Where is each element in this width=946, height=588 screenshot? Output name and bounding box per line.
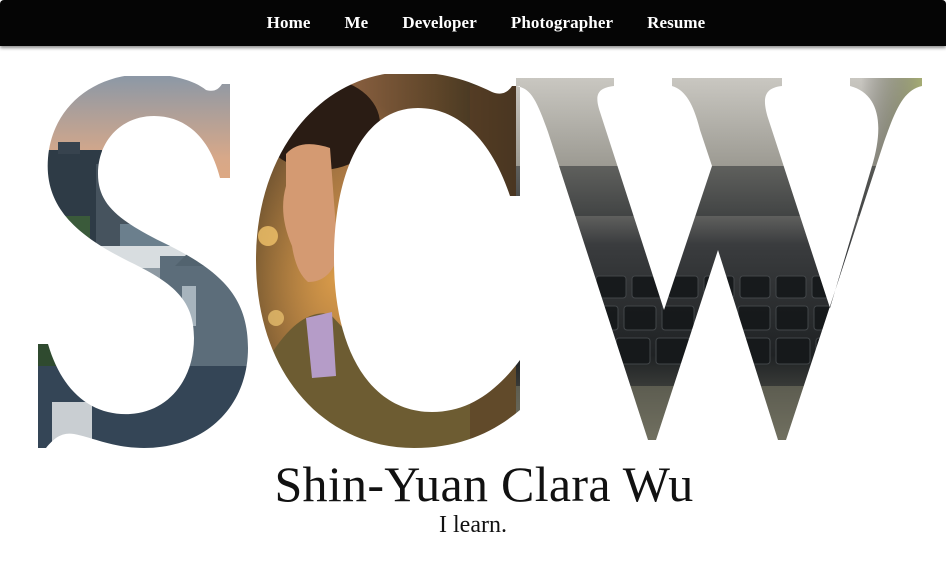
top-navbar: Home Me Developer Photographer Resume (0, 0, 946, 46)
profile-name: Shin-Yuan Clara Wu (274, 456, 694, 512)
hero-monogram (0, 46, 946, 476)
nav-item-me[interactable]: Me (345, 13, 369, 33)
monogram-svg (0, 46, 946, 476)
profile-tagline: I learn. (439, 512, 507, 538)
nav-item-resume[interactable]: Resume (647, 13, 705, 33)
nav-menu: Home Me Developer Photographer Resume (0, 0, 946, 46)
nav-item-developer[interactable]: Developer (402, 13, 477, 33)
nav-item-photographer[interactable]: Photographer (511, 13, 613, 33)
nav-item-home[interactable]: Home (267, 13, 311, 33)
